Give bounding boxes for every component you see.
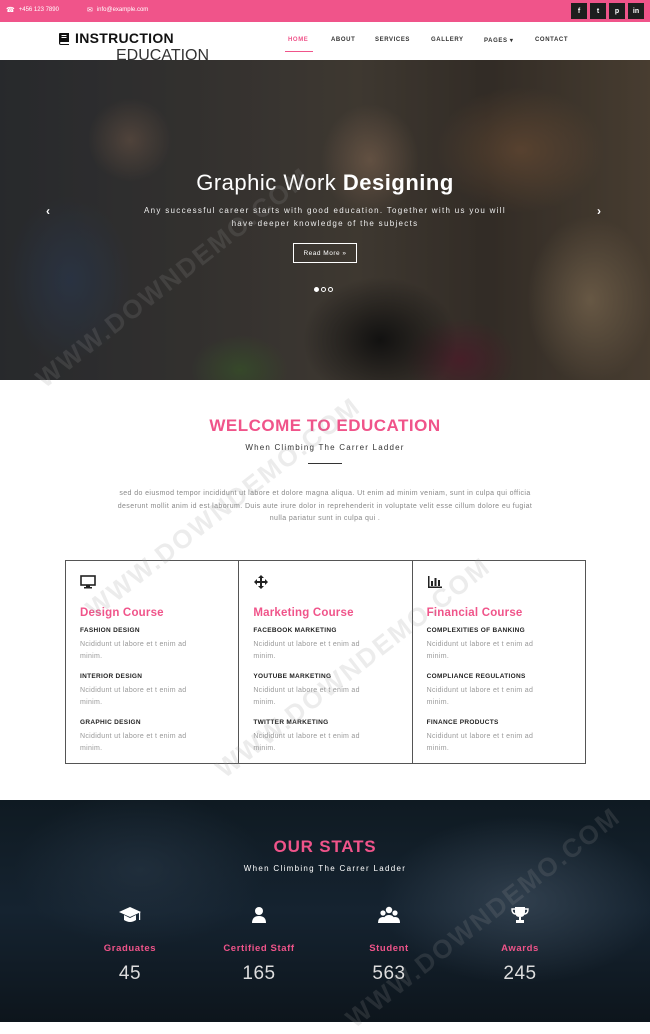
nav-gallery[interactable]: GALLERY — [431, 37, 464, 43]
nav-contact[interactable]: CONTACT — [535, 37, 568, 43]
users-icon — [329, 905, 449, 925]
nav-home[interactable]: HOME — [288, 37, 308, 43]
next-arrow-icon[interactable]: › — [597, 204, 601, 218]
email-item[interactable]: ✉ info@example.com — [87, 6, 162, 14]
nav-about[interactable]: ABOUT — [331, 37, 355, 43]
stat-value: 45 — [118, 963, 142, 984]
facebook-icon[interactable]: f — [571, 3, 587, 19]
slider-dot[interactable] — [314, 287, 319, 292]
course-item-heading: INTERIOR DESIGN — [80, 673, 143, 680]
hero-description: Any successful career starts with good e… — [144, 206, 506, 228]
stat-item: Graduates 45 — [70, 905, 190, 985]
prev-arrow-icon[interactable]: ‹ — [46, 204, 50, 218]
user-icon — [199, 905, 319, 925]
header: INSTRUCTION EDUCATION HOME ABOUT SERVICE… — [0, 22, 650, 64]
stat-label: Awards — [501, 943, 539, 954]
divider — [308, 463, 342, 464]
top-bar: ☎ +456 123 7890 ✉ info@example.com f t p… — [0, 0, 650, 22]
contact-info: ☎ +456 123 7890 ✉ info@example.com — [6, 6, 176, 14]
course-item-text: Ncididunt ut labore et t enim ad minim. — [80, 641, 187, 660]
phone-item[interactable]: ☎ +456 123 7890 — [6, 6, 73, 14]
stat-value: 165 — [242, 963, 276, 984]
email-text: info@example.com — [96, 7, 149, 13]
course-item-text: Ncididunt ut labore et t enim ad minim. — [80, 733, 187, 752]
course-item-heading: FINANCE PRODUCTS — [426, 719, 499, 726]
stat-item: Certified Staff 165 — [199, 905, 319, 985]
monitor-icon — [80, 575, 96, 589]
twitter-icon[interactable]: t — [590, 3, 606, 19]
course-item-heading: GRAPHIC DESIGN — [80, 719, 141, 726]
course-item-heading: COMPLEXITIES OF BANKING — [426, 627, 525, 634]
course-item-text: Ncididunt ut labore et t enim ad minim. — [426, 641, 534, 660]
nav-pages[interactable]: PAGES ▾ — [484, 37, 513, 44]
course-grid: Design Course FASHION DESIGN Ncididunt u… — [65, 560, 586, 764]
graduation-cap-icon — [70, 905, 190, 925]
slider-dot[interactable] — [321, 287, 326, 292]
move-arrows-icon — [254, 575, 269, 589]
stats-section: OUR STATS When Climbing The Carrer Ladde… — [0, 800, 650, 1022]
mail-icon: ✉ — [86, 7, 93, 14]
course-item-text: Ncididunt ut labore et t enim ad minim. — [426, 687, 534, 706]
stat-value: 245 — [503, 963, 537, 984]
nav-active-underline — [285, 51, 313, 52]
stat-label: Certified Staff — [223, 943, 295, 954]
slider-dots — [314, 287, 335, 292]
phone-text: +456 123 7890 — [18, 7, 59, 13]
social-links: f t p in — [568, 3, 644, 19]
pinterest-icon[interactable]: p — [609, 3, 625, 19]
nav-services[interactable]: SERVICES — [375, 37, 410, 43]
course-item-heading: COMPLIANCE REGULATIONS — [426, 673, 526, 680]
hero-title: Graphic Work Designing — [196, 170, 454, 195]
course-item-text: Ncididunt ut labore et t enim ad minim. — [80, 687, 187, 706]
phone-icon: ☎ — [6, 7, 15, 14]
read-more-button[interactable]: Read More » — [293, 243, 357, 263]
course-item-text: Ncididunt ut labore et t enim ad minim. — [426, 733, 534, 752]
slider-dot[interactable] — [328, 287, 333, 292]
main-nav: HOME ABOUT SERVICES GALLERY PAGES ▾ CONT… — [0, 37, 650, 52]
stat-label: Graduates — [103, 943, 157, 954]
course-item-heading: FASHION DESIGN — [80, 627, 140, 634]
linkedin-icon[interactable]: in — [628, 3, 644, 19]
course-title[interactable]: Marketing Course — [253, 607, 411, 619]
welcome-text: sed do eiusmod tempor incididunt ut labo… — [117, 490, 533, 522]
